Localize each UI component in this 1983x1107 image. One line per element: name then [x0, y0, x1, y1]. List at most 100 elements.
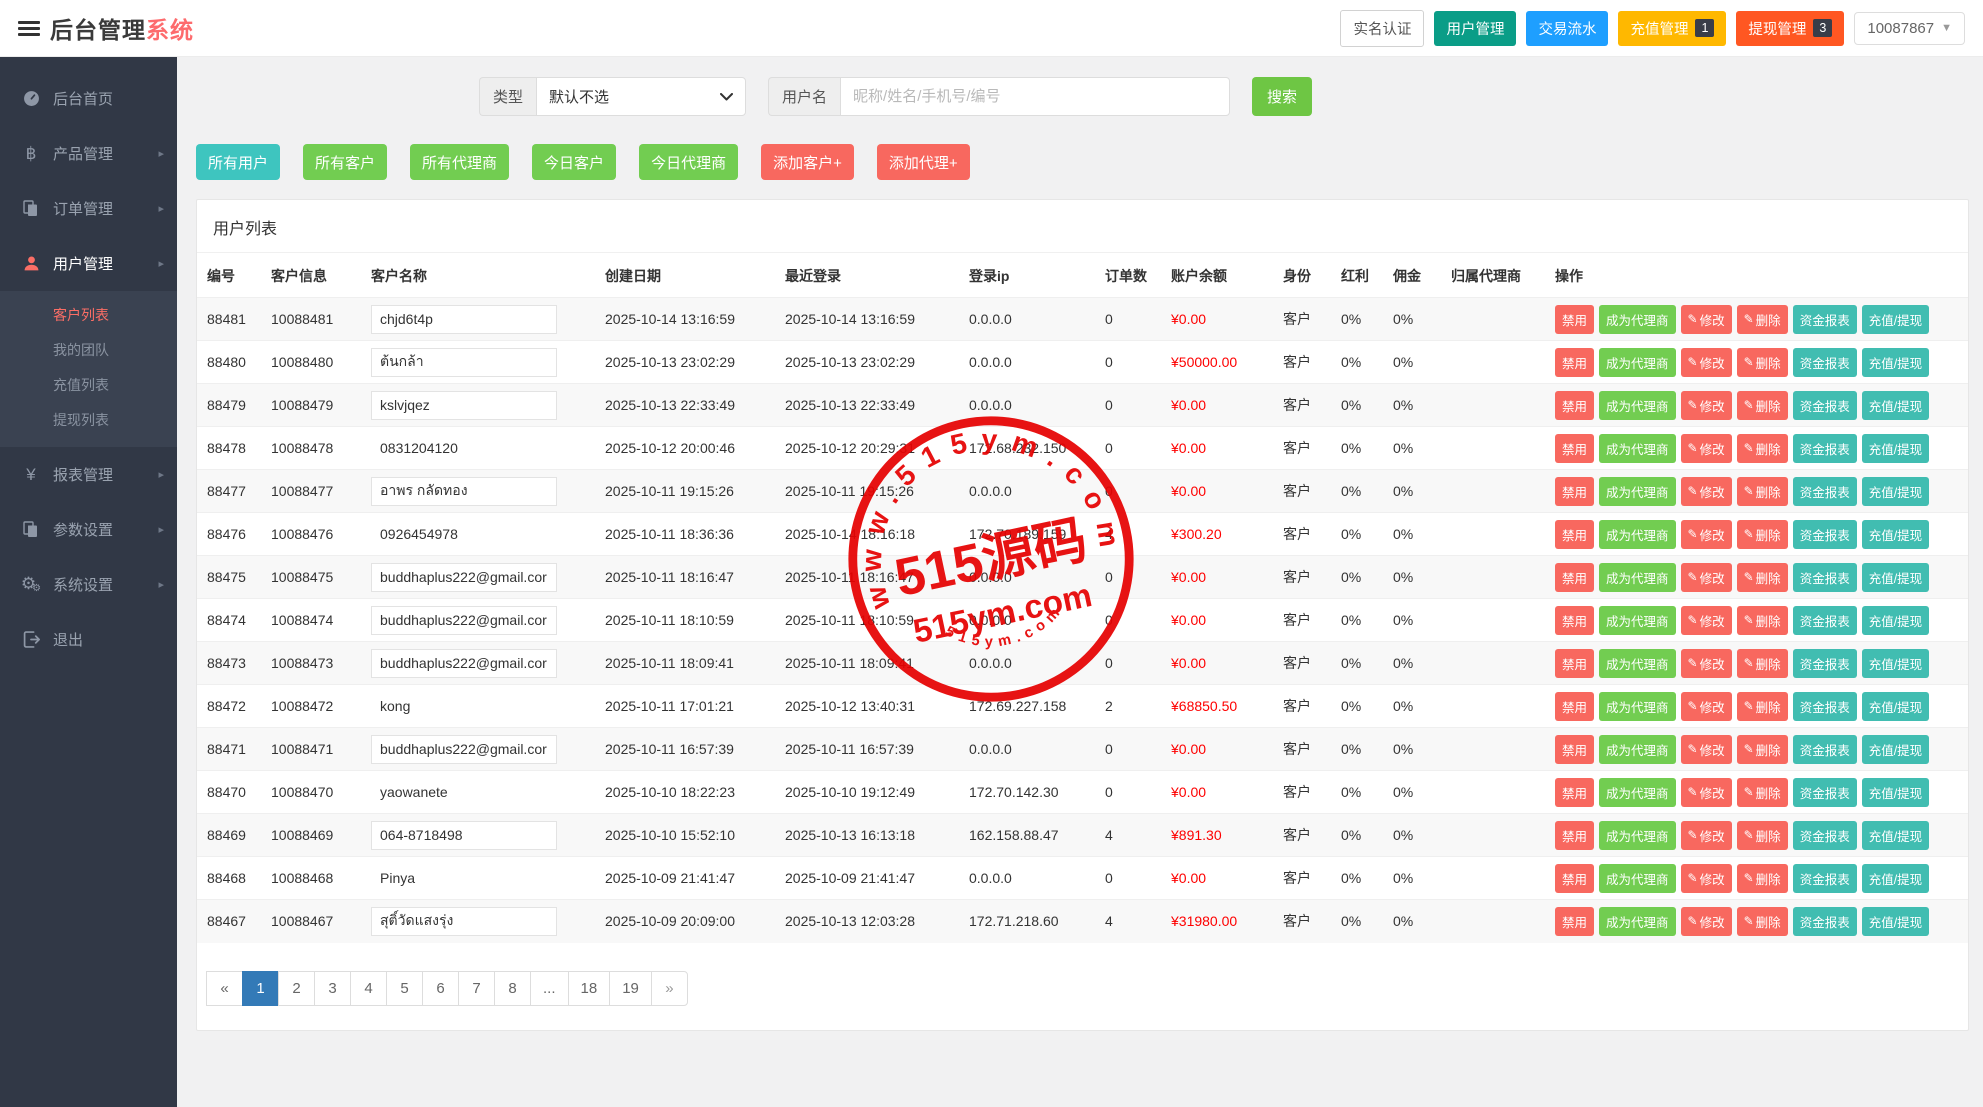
sidebar-item-products[interactable]: ฿ 产品管理 ▸ — [0, 126, 177, 181]
row-action-button[interactable]: 充值/提现 — [1861, 648, 1930, 678]
row-action-button[interactable]: 充值/提现 — [1861, 433, 1930, 463]
row-action-button[interactable]: 资金报表 — [1792, 691, 1857, 721]
page-button[interactable]: 7 — [458, 970, 495, 1006]
row-action-button[interactable]: 禁用 — [1555, 691, 1595, 721]
page-button[interactable]: 3 — [314, 970, 351, 1006]
row-action-button[interactable]: 成为代理商 — [1599, 562, 1676, 592]
row-action-button[interactable]: 成为代理商 — [1599, 648, 1676, 678]
quick-filter-button[interactable]: 今日客户 — [532, 144, 617, 180]
sidebar-item-parameters[interactable]: 参数设置 ▸ — [0, 502, 177, 557]
row-action-button[interactable]: 禁用 — [1555, 562, 1595, 592]
page-button[interactable]: ... — [530, 970, 569, 1006]
row-action-button[interactable]: ✎ 修改 — [1680, 476, 1732, 506]
sidebar-item-reports[interactable]: ¥ 报表管理 ▸ — [0, 447, 177, 502]
row-action-button[interactable]: ✎ 删除 — [1736, 777, 1788, 807]
row-action-button[interactable]: 充值/提现 — [1861, 777, 1930, 807]
realname-auth-button[interactable]: 实名认证 — [1340, 9, 1425, 47]
row-action-button[interactable]: ✎ 删除 — [1736, 433, 1788, 463]
row-action-button[interactable]: 充值/提现 — [1861, 476, 1930, 506]
row-action-button[interactable]: 资金报表 — [1792, 906, 1857, 936]
row-action-button[interactable]: ✎ 删除 — [1736, 906, 1788, 936]
row-action-button[interactable]: 成为代理商 — [1599, 433, 1676, 463]
row-action-button[interactable]: 成为代理商 — [1599, 691, 1676, 721]
row-action-button[interactable]: 充值/提现 — [1861, 519, 1930, 549]
quick-filter-button[interactable]: 所有客户 — [303, 144, 388, 180]
row-action-button[interactable]: 资金报表 — [1792, 820, 1857, 850]
customer-name-input[interactable] — [371, 906, 557, 936]
quick-filter-button[interactable]: 所有代理商 — [410, 144, 510, 180]
row-action-button[interactable]: 禁用 — [1555, 390, 1595, 420]
page-button[interactable]: 4 — [350, 970, 387, 1006]
row-action-button[interactable]: ✎ 修改 — [1680, 390, 1732, 420]
quick-filter-button[interactable]: 所有用户 — [196, 144, 281, 180]
row-action-button[interactable]: 成为代理商 — [1599, 734, 1676, 764]
row-action-button[interactable]: 禁用 — [1555, 304, 1595, 334]
customer-name-input[interactable] — [371, 777, 557, 807]
row-action-button[interactable]: ✎ 删除 — [1736, 734, 1788, 764]
row-action-button[interactable]: 成为代理商 — [1599, 347, 1676, 377]
row-action-button[interactable]: ✎ 修改 — [1680, 605, 1732, 635]
customer-name-input[interactable] — [371, 519, 557, 549]
customer-name-input[interactable] — [371, 734, 557, 764]
page-button[interactable]: 18 — [567, 970, 611, 1006]
row-action-button[interactable]: 禁用 — [1555, 648, 1595, 678]
row-action-button[interactable]: 资金报表 — [1792, 390, 1857, 420]
row-action-button[interactable]: 禁用 — [1555, 519, 1595, 549]
customer-name-input[interactable] — [371, 390, 557, 420]
customer-name-input[interactable] — [371, 820, 557, 850]
sidebar-item-logout[interactable]: 退出 — [0, 612, 177, 667]
row-action-button[interactable]: ✎ 删除 — [1736, 605, 1788, 635]
row-action-button[interactable]: ✎ 删除 — [1736, 390, 1788, 420]
page-button[interactable]: 1 — [242, 970, 279, 1006]
page-button[interactable]: 19 — [609, 970, 652, 1006]
username-input[interactable] — [840, 77, 1231, 116]
row-action-button[interactable]: ✎ 删除 — [1736, 863, 1788, 893]
sidebar-item-system-settings[interactable]: ⚙ ⚙ 系统设置 ▸ — [0, 557, 177, 612]
row-action-button[interactable]: 资金报表 — [1792, 562, 1857, 592]
submenu-item-customer-list[interactable]: 客户列表 — [0, 297, 177, 332]
row-action-button[interactable]: 禁用 — [1555, 605, 1595, 635]
page-button[interactable]: » — [650, 970, 688, 1006]
row-action-button[interactable]: 资金报表 — [1792, 734, 1857, 764]
row-action-button[interactable]: 禁用 — [1555, 476, 1595, 506]
page-button[interactable]: « — [206, 970, 243, 1006]
row-action-button[interactable]: ✎ 修改 — [1680, 519, 1732, 549]
type-select[interactable]: 默认不选 — [536, 77, 747, 116]
row-action-button[interactable]: 成为代理商 — [1599, 390, 1676, 420]
page-button[interactable]: 8 — [494, 970, 531, 1006]
row-action-button[interactable]: 成为代理商 — [1599, 863, 1676, 893]
row-action-button[interactable]: 资金报表 — [1792, 433, 1857, 463]
quick-filter-button[interactable]: 添加代理+ — [876, 144, 970, 180]
row-action-button[interactable]: ✎ 修改 — [1680, 820, 1732, 850]
row-action-button[interactable]: 充值/提现 — [1861, 691, 1930, 721]
user-manage-button[interactable]: 用户管理 — [1434, 10, 1517, 46]
row-action-button[interactable]: 资金报表 — [1792, 519, 1857, 549]
sidebar-item-users[interactable]: 用户管理 ▸ — [0, 236, 177, 291]
submenu-item-withdraw-list[interactable]: 提现列表 — [0, 402, 177, 437]
row-action-button[interactable]: 成为代理商 — [1599, 906, 1676, 936]
customer-name-input[interactable] — [371, 691, 557, 721]
page-button[interactable]: 6 — [422, 970, 459, 1006]
row-action-button[interactable]: ✎ 删除 — [1736, 820, 1788, 850]
row-action-button[interactable]: 资金报表 — [1792, 648, 1857, 678]
row-action-button[interactable]: ✎ 修改 — [1680, 304, 1732, 334]
withdraw-manage-button[interactable]: 提现管理 3 — [1736, 10, 1845, 46]
quick-filter-button[interactable]: 添加客户+ — [761, 144, 854, 180]
row-action-button[interactable]: 充值/提现 — [1861, 390, 1930, 420]
row-action-button[interactable]: ✎ 删除 — [1736, 519, 1788, 549]
row-action-button[interactable]: 禁用 — [1555, 820, 1595, 850]
page-button[interactable]: 2 — [278, 970, 315, 1006]
customer-name-input[interactable] — [371, 347, 557, 377]
row-action-button[interactable]: ✎ 修改 — [1680, 648, 1732, 678]
row-action-button[interactable]: 禁用 — [1555, 433, 1595, 463]
row-action-button[interactable]: 资金报表 — [1792, 347, 1857, 377]
hamburger-menu-icon[interactable] — [18, 18, 40, 39]
row-action-button[interactable]: 充值/提现 — [1861, 562, 1930, 592]
customer-name-input[interactable] — [371, 605, 557, 635]
customer-name-input[interactable] — [371, 304, 557, 334]
row-action-button[interactable]: 成为代理商 — [1599, 476, 1676, 506]
row-action-button[interactable]: 充值/提现 — [1861, 734, 1930, 764]
trade-flow-button[interactable]: 交易流水 — [1526, 10, 1609, 46]
row-action-button[interactable]: ✎ 修改 — [1680, 777, 1732, 807]
row-action-button[interactable]: 资金报表 — [1792, 777, 1857, 807]
